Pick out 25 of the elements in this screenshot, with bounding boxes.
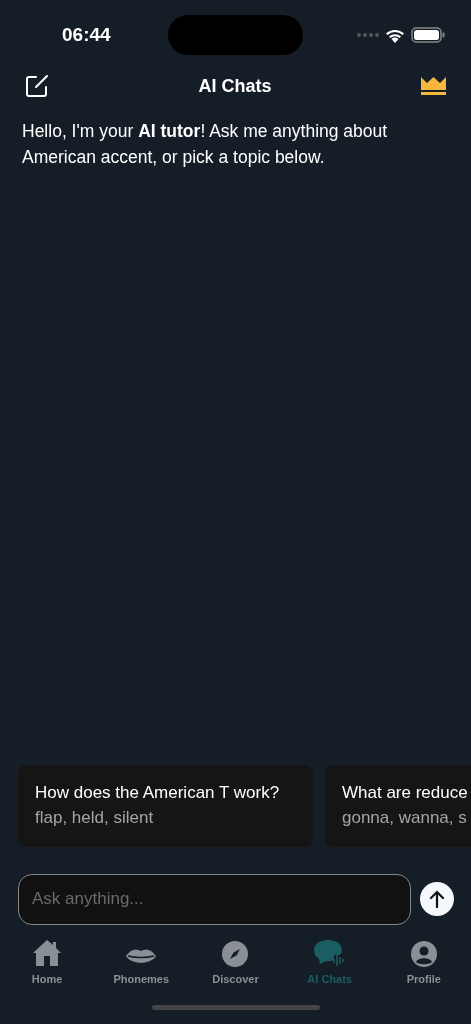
tab-item[interactable]: Profile: [376, 938, 471, 987]
topic-subtitle: flap, held, silent: [35, 806, 155, 829]
arrow-up-icon: [429, 890, 445, 908]
tab-item[interactable]: Discover: [188, 938, 283, 987]
signal-icon: [357, 33, 379, 37]
status-time: 06:44: [62, 22, 111, 47]
compose-icon[interactable]: [25, 74, 49, 98]
battery-icon: [411, 27, 445, 43]
topic-subtitle: gonna, wanna, s: [342, 806, 468, 829]
header-title: AI Chats: [198, 74, 272, 98]
crown-icon[interactable]: [421, 77, 446, 95]
tab-item[interactable]: Home: [0, 938, 95, 987]
message-input[interactable]: Ask anything...: [18, 873, 411, 925]
wifi-icon: [385, 27, 405, 43]
tutor-message: Hello, I'm your AI tutor! Ask me anything about American accent, or pick a topic below.: [21, 120, 389, 169]
topic-title: What are reduce: [342, 781, 469, 804]
home-icon: [32, 938, 63, 967]
topic-title: How does the American T work?: [35, 781, 281, 804]
compass-icon: [222, 940, 249, 967]
chat-icon: [313, 938, 346, 967]
topic-card[interactable]: How does the American T work? flap, held, silent: [18, 764, 313, 847]
topic-card[interactable]: What are reduce gonna, wanna, s: [325, 764, 471, 847]
profile-icon: [410, 940, 437, 967]
send-button[interactable]: [420, 882, 454, 916]
tab-item[interactable]: Phonemes: [94, 938, 189, 987]
